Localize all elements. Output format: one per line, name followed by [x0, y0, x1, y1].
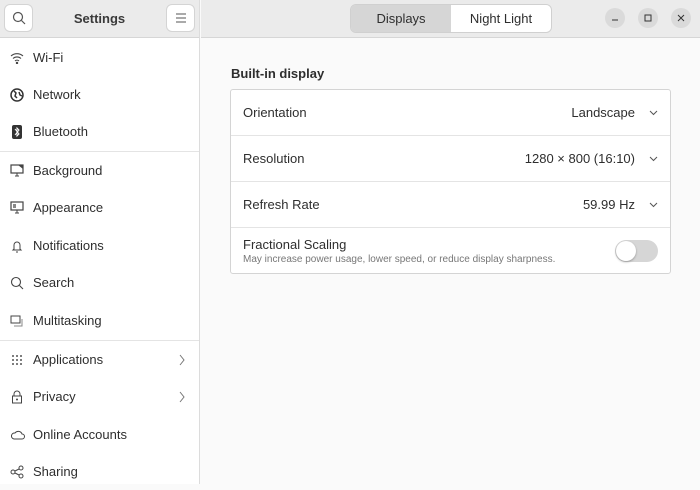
monitor-icon — [9, 164, 25, 177]
chevron-right-icon — [179, 354, 185, 365]
sidebar-item-sharing[interactable]: Sharing — [0, 453, 199, 490]
tab-night-light[interactable]: Night Light — [451, 5, 551, 32]
sidebar-item-privacy[interactable]: Privacy — [0, 378, 199, 415]
share-icon — [9, 465, 25, 479]
refresh-rate-row[interactable]: Refresh Rate 59.99 Hz — [231, 182, 670, 228]
sidebar-item-appearance[interactable]: Appearance — [0, 189, 199, 226]
sidebar-item-background[interactable]: Background — [0, 152, 199, 189]
cloud-icon — [9, 429, 25, 440]
multitasking-icon — [9, 315, 25, 327]
minimize-button[interactable] — [605, 8, 625, 28]
close-button[interactable] — [671, 8, 691, 28]
bell-icon — [9, 239, 25, 253]
minimize-icon — [612, 19, 618, 21]
sidebar-item-notifications[interactable]: Notifications — [0, 227, 199, 264]
sidebar-item-wifi[interactable]: Wi-Fi — [0, 39, 199, 76]
orientation-row[interactable]: Orientation Landscape — [231, 90, 670, 136]
section-heading: Built-in display — [231, 66, 325, 81]
refresh-rate-value: 59.99 Hz — [582, 197, 635, 212]
tab-displays[interactable]: Displays — [351, 5, 451, 32]
wifi-icon — [9, 52, 25, 64]
sidebar: Settings Wi-Fi Network Bluetooth Backgro… — [0, 0, 200, 484]
main-menu-button[interactable] — [166, 4, 195, 32]
chevron-down-icon — [649, 156, 658, 161]
orientation-value: Landscape — [571, 105, 635, 120]
resolution-row[interactable]: Resolution 1280 × 800 (16:10) — [231, 136, 670, 182]
fractional-scaling-row: Fractional Scaling May increase power usa… — [231, 228, 670, 274]
sidebar-item-network[interactable]: Network — [0, 76, 199, 113]
fractional-scaling-toggle[interactable] — [615, 240, 658, 262]
maximize-button[interactable] — [638, 8, 658, 28]
fractional-scaling-description: May increase power usage, lower speed, o… — [243, 254, 556, 265]
search-icon — [9, 276, 25, 290]
close-icon — [677, 14, 685, 22]
globe-icon — [9, 87, 25, 102]
maximize-icon — [644, 14, 652, 22]
sidebar-item-multitasking[interactable]: Multitasking — [0, 302, 199, 339]
hamburger-icon — [175, 13, 186, 23]
lock-icon — [9, 390, 25, 404]
sidebar-item-online-accounts[interactable]: Online Accounts — [0, 416, 199, 453]
sidebar-header: Settings — [0, 0, 199, 38]
grid-icon — [9, 354, 25, 366]
toggle-knob — [616, 241, 636, 261]
view-switcher: Displays Night Light — [350, 4, 552, 33]
resolution-value: 1280 × 800 (16:10) — [524, 151, 635, 166]
appearance-icon — [9, 201, 25, 214]
bluetooth-icon — [9, 124, 25, 139]
chevron-right-icon — [179, 391, 185, 402]
sidebar-item-bluetooth[interactable]: Bluetooth — [0, 113, 199, 150]
chevron-down-icon — [649, 110, 658, 115]
sidebar-item-search[interactable]: Search — [0, 264, 199, 301]
sidebar-item-applications[interactable]: Applications — [0, 341, 199, 378]
chevron-down-icon — [649, 202, 658, 207]
display-settings-card: Orientation Landscape Resolution 1280 × 80… — [230, 89, 671, 274]
fractional-scaling-label: Fractional Scaling — [243, 237, 347, 252]
header-bar: Displays Night Light — [201, 0, 700, 38]
